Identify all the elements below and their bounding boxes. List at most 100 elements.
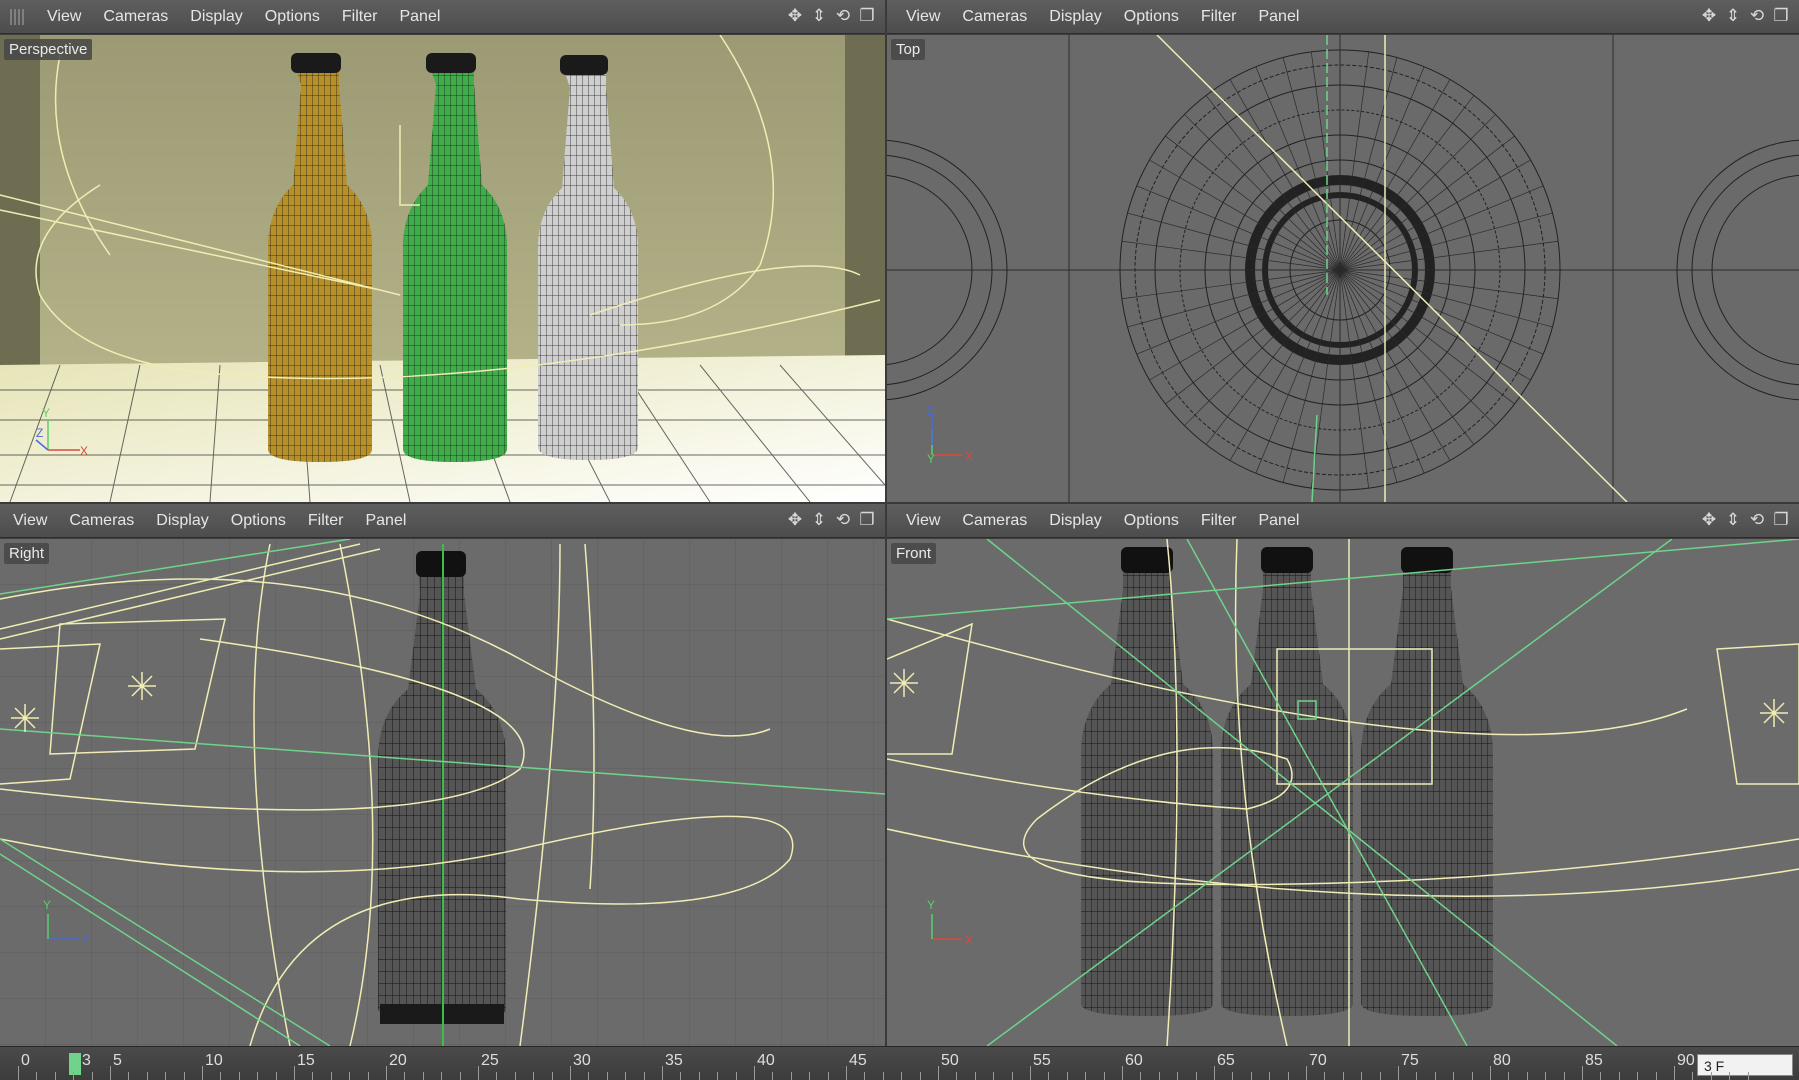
- menu-filter[interactable]: Filter: [1190, 0, 1248, 34]
- menu-filter[interactable]: Filter: [331, 0, 389, 34]
- menu-display[interactable]: Display: [1038, 504, 1112, 538]
- rotate-view-icon[interactable]: ⟲: [833, 6, 853, 26]
- timeline-tick-mark: [1122, 1066, 1123, 1080]
- menu-panel[interactable]: Panel: [1247, 0, 1310, 34]
- timeline-minor-tick: [441, 1072, 443, 1080]
- timeline-minor-tick: [864, 1072, 866, 1080]
- rotate-view-icon[interactable]: ⟲: [833, 510, 853, 530]
- timeline-minor-tick: [1434, 1072, 1436, 1080]
- timeline-minor-tick: [1158, 1072, 1160, 1080]
- axis-y-label: Y: [927, 452, 935, 466]
- axis-z-label: Z: [36, 426, 43, 440]
- move-view-icon[interactable]: ✥: [785, 510, 805, 530]
- timeline-minor-tick: [1692, 1072, 1694, 1080]
- menu-display[interactable]: Display: [1038, 0, 1112, 34]
- rotate-view-icon[interactable]: ⟲: [1747, 510, 1767, 530]
- timeline-minor-tick: [514, 1072, 516, 1080]
- timeline-tick-label: 75: [1401, 1052, 1419, 1069]
- maximize-view-icon[interactable]: ❐: [1771, 6, 1791, 26]
- timeline-minor-tick: [974, 1072, 976, 1080]
- rotate-view-icon[interactable]: ⟲: [1747, 6, 1767, 26]
- wire-spoke: [1127, 269, 1341, 328]
- menu-view[interactable]: View: [895, 0, 951, 34]
- timeline-minor-tick: [643, 1072, 645, 1080]
- timeline-minor-tick: [422, 1072, 424, 1080]
- menu-cameras[interactable]: Cameras: [58, 504, 145, 538]
- timeline-tick-mark: [18, 1066, 19, 1080]
- wire-spoke: [1339, 269, 1451, 461]
- viewport-label: Front: [891, 543, 937, 564]
- menu-view[interactable]: View: [36, 0, 92, 34]
- timeline-tick-label: 90: [1677, 1052, 1695, 1069]
- viewport-top[interactable]: View Cameras Display Options Filter Pane…: [887, 0, 1799, 502]
- timeline-minor-tick: [790, 1072, 792, 1080]
- timeline-tick-mark: [1674, 1066, 1675, 1080]
- menu-view[interactable]: View: [2, 504, 58, 538]
- wire-spoke: [1339, 79, 1451, 271]
- timeline-minor-tick: [772, 1072, 774, 1080]
- timeline-minor-tick: [1103, 1072, 1105, 1080]
- menu-panel[interactable]: Panel: [354, 504, 417, 538]
- maximize-view-icon[interactable]: ❐: [857, 6, 877, 26]
- zoom-view-icon[interactable]: ⇕: [1723, 510, 1743, 530]
- timeline-tick-mark: [662, 1066, 663, 1080]
- viewport-label: Right: [4, 543, 50, 564]
- menu-display[interactable]: Display: [145, 504, 219, 538]
- timeline-minor-tick: [1563, 1072, 1565, 1080]
- timeline-tick-label: 85: [1585, 1052, 1603, 1069]
- maximize-view-icon[interactable]: ❐: [857, 510, 877, 530]
- axis-y-label: Y: [927, 898, 935, 912]
- zoom-view-icon[interactable]: ⇕: [1723, 6, 1743, 26]
- menu-options[interactable]: Options: [1113, 0, 1190, 34]
- menu-filter[interactable]: Filter: [1190, 504, 1248, 538]
- menu-panel[interactable]: Panel: [1247, 504, 1310, 538]
- timeline-minor-tick: [533, 1072, 535, 1080]
- viewport-perspective[interactable]: View Cameras Display Options Filter Pane…: [0, 0, 885, 502]
- maximize-view-icon[interactable]: ❐: [1771, 510, 1791, 530]
- timeline-tick-label: 50: [941, 1052, 959, 1069]
- timeline-tick-label: 5: [113, 1052, 122, 1069]
- menu-view[interactable]: View: [895, 504, 951, 538]
- timeline-minor-tick: [588, 1072, 590, 1080]
- timeline-minor-tick: [275, 1072, 277, 1080]
- menu-options[interactable]: Options: [1113, 504, 1190, 538]
- timeline-minor-tick: [1526, 1072, 1528, 1080]
- menu-options[interactable]: Options: [254, 0, 331, 34]
- wire-spoke: [1339, 269, 1398, 483]
- timeline-minor-tick: [349, 1072, 351, 1080]
- drag-grip-icon[interactable]: [10, 8, 26, 25]
- timeline-tick-mark: [294, 1066, 295, 1080]
- menu-cameras[interactable]: Cameras: [92, 0, 179, 34]
- timeline[interactable]: 3 3 F 0 5 10 15 20 25 30 35 40 45 50 55 60 65 70 75 80 85…: [0, 1046, 1799, 1080]
- move-view-icon[interactable]: ✥: [1699, 6, 1719, 26]
- move-view-icon[interactable]: ✥: [785, 6, 805, 26]
- axis-z-label: Z: [927, 404, 934, 418]
- menu-options[interactable]: Options: [220, 504, 297, 538]
- perspective-canvas[interactable]: X Y Z: [0, 35, 885, 502]
- top-canvas[interactable]: X Y Z: [887, 35, 1799, 502]
- wire-spoke: [1149, 159, 1341, 271]
- timeline-minor-tick: [809, 1072, 811, 1080]
- zoom-view-icon[interactable]: ⇕: [809, 6, 829, 26]
- menu-display[interactable]: Display: [179, 0, 253, 34]
- menu-cameras[interactable]: Cameras: [951, 504, 1038, 538]
- timeline-minor-tick: [717, 1072, 719, 1080]
- move-view-icon[interactable]: ✥: [1699, 510, 1719, 530]
- timeline-minor-tick: [459, 1072, 461, 1080]
- timeline-minor-tick: [220, 1072, 222, 1080]
- timeline-playhead[interactable]: [69, 1053, 81, 1075]
- zoom-view-icon[interactable]: ⇕: [809, 510, 829, 530]
- right-canvas[interactable]: Z Y: [0, 539, 885, 1046]
- front-canvas[interactable]: X Y: [887, 539, 1799, 1046]
- timeline-tick-label: 70: [1309, 1052, 1327, 1069]
- timeline-minor-tick: [257, 1072, 259, 1080]
- viewport-right[interactable]: View Cameras Display Options Filter Pane…: [0, 504, 885, 1046]
- menu-panel[interactable]: Panel: [388, 0, 451, 34]
- wire-spoke: [1339, 159, 1531, 271]
- axis-x-label: X: [80, 444, 88, 458]
- viewport-front[interactable]: View Cameras Display Options Filter Pane…: [887, 504, 1799, 1046]
- timeline-minor-tick: [606, 1072, 608, 1080]
- wire-spoke: [1339, 269, 1553, 328]
- menu-filter[interactable]: Filter: [297, 504, 355, 538]
- menu-cameras[interactable]: Cameras: [951, 0, 1038, 34]
